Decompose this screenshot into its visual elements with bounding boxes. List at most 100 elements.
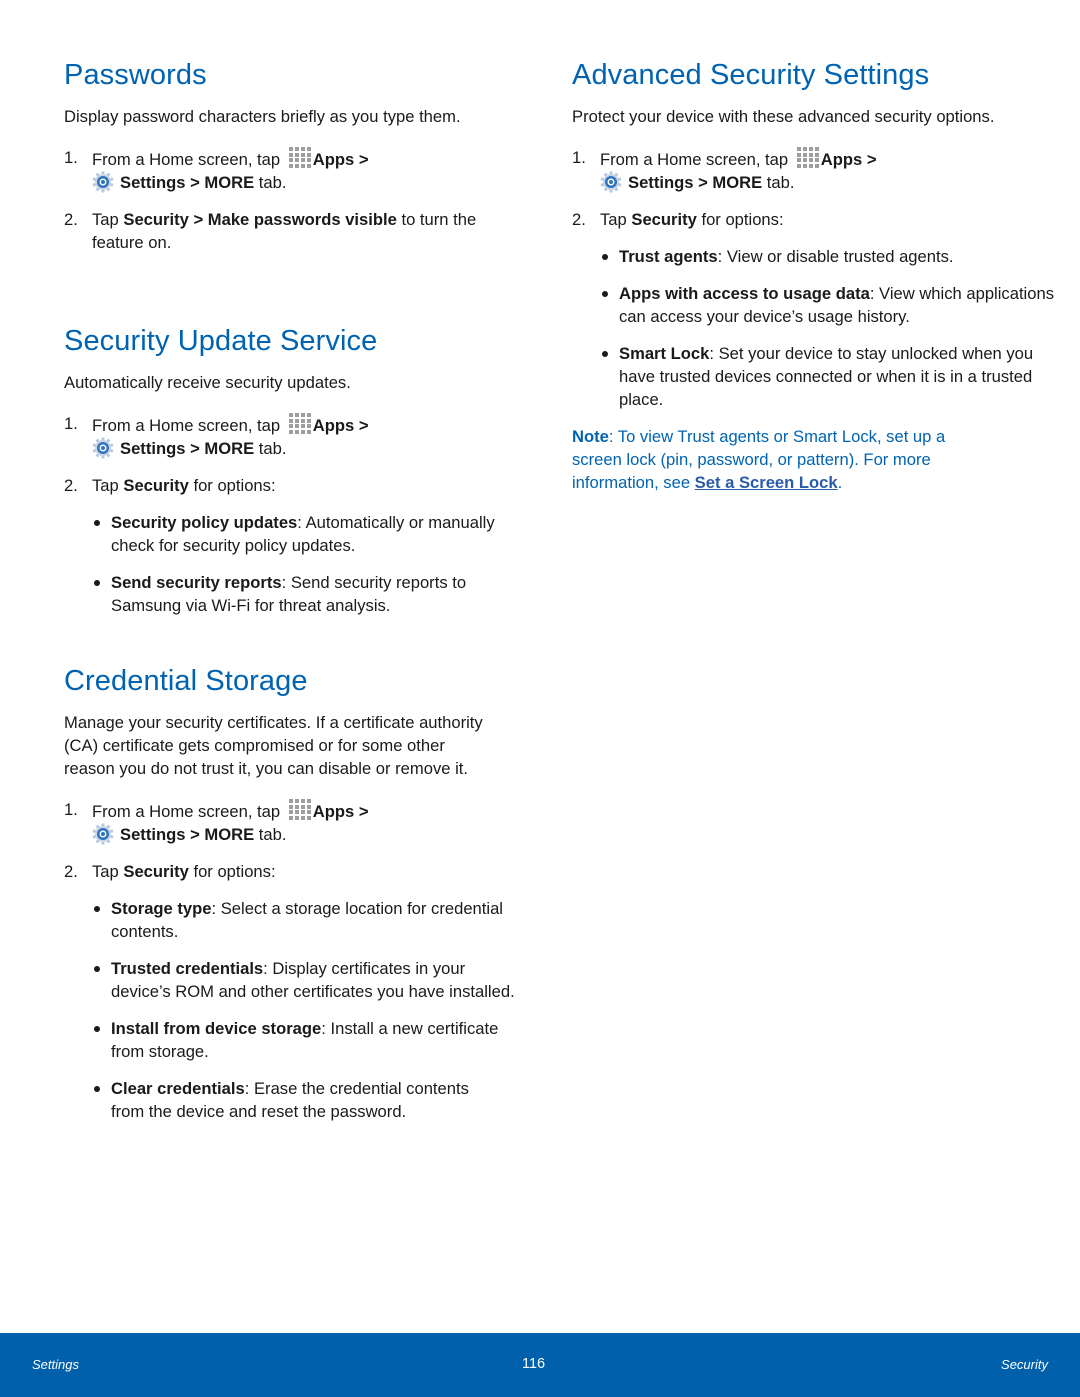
apps-grid-dot (300, 799, 305, 803)
separator: > (354, 150, 369, 169)
section-passwords: Passwords Display password characters br… (64, 58, 514, 254)
option-term: Clear credentials (111, 1079, 245, 1098)
apps-grid-dot (288, 804, 293, 809)
bullet-icon (94, 1086, 100, 1092)
section-title-credential-storage: Credential Storage (64, 665, 308, 697)
step-2: 2. Tap Security for options: (572, 208, 1022, 231)
apps-grid-dot (814, 147, 819, 151)
section-security-update-service: Security Update Service Automatically re… (64, 324, 514, 617)
footer-section: Security (1001, 1357, 1048, 1372)
apps-grid-dot (300, 810, 305, 814)
settings-label: Settings (120, 173, 186, 192)
set-screen-lock-link[interactable]: Set a Screen Lock (695, 473, 838, 492)
bullet-icon (602, 254, 608, 260)
apps-grid-dot (306, 424, 311, 428)
apps-grid-dot (294, 804, 299, 809)
settings-gear-icon (92, 823, 114, 845)
apps-grid-dot (814, 152, 819, 157)
apps-grid-dot (814, 163, 819, 168)
settings-label: Settings (120, 825, 186, 844)
bullet-icon (94, 906, 100, 912)
apps-grid-dot (300, 147, 305, 151)
apps-grid-dot (294, 158, 299, 162)
option-item: Install from device storage: Install a n… (64, 1017, 511, 1063)
apps-grid-dot (808, 152, 813, 157)
apps-grid-dot (288, 799, 293, 803)
separator: > (188, 210, 208, 229)
more-tab-label: MORE (712, 173, 763, 192)
settings-gear-icon (92, 437, 114, 459)
apps-grid-dot (294, 418, 299, 423)
apps-grid-dot (306, 163, 311, 168)
step-1: 1. From a Home screen, tap Apps > Settin… (64, 146, 514, 194)
more-tab-label: MORE (204, 439, 255, 458)
apps-grid-icon (286, 798, 311, 820)
apps-grid-dot (306, 413, 311, 417)
step-number: 1. (64, 148, 78, 167)
step-text: Tap (92, 476, 124, 495)
step-text: tab. (254, 825, 287, 844)
option-term: Apps with access to usage data (619, 284, 870, 303)
step-2: 2. Tap Security > Make passwords visible… (64, 208, 514, 254)
step-2: 2. Tap Security for options: (64, 474, 514, 497)
option-term: Send security reports (111, 573, 282, 592)
apps-label: Apps (312, 802, 355, 821)
page-number: 116 (522, 1356, 546, 1372)
apps-grid-dot (796, 163, 801, 168)
option-item: Security policy updates: Automatically o… (64, 511, 511, 557)
option-term: Smart Lock (619, 344, 710, 363)
step-text: for options: (188, 476, 276, 495)
step-text: tab. (762, 173, 795, 192)
security-label: Security (631, 210, 697, 229)
apps-grid-dot (300, 429, 305, 434)
apps-grid-dot (814, 158, 819, 162)
apps-grid-dot (306, 810, 311, 814)
option-term: Install from device storage (111, 1019, 322, 1038)
apps-grid-dot (300, 815, 305, 820)
separator: > (185, 825, 205, 844)
options-list: Security policy updates: Automatically o… (64, 511, 514, 617)
apps-grid-dot (288, 429, 293, 434)
separator: > (693, 173, 713, 192)
section-advanced-security-settings: Advanced Security Settings Protect your … (572, 58, 1054, 494)
apps-grid-dot (294, 815, 299, 820)
bullet-icon (94, 580, 100, 586)
apps-grid-icon (286, 146, 311, 168)
option-item: Smart Lock: Set your device to stay unlo… (572, 342, 1059, 411)
step-text: From a Home screen, tap (92, 416, 281, 435)
apps-grid-dot (294, 424, 299, 428)
step-text: for options: (696, 210, 784, 229)
apps-grid-dot (288, 810, 293, 814)
apps-label: Apps (820, 150, 863, 169)
apps-grid-dot (306, 418, 311, 423)
apps-grid-dot (802, 147, 807, 151)
apps-grid-dot (796, 147, 801, 151)
apps-grid-dot (306, 152, 311, 157)
options-list: Storage type: Select a storage location … (64, 897, 515, 1123)
more-tab-label: MORE (204, 825, 255, 844)
option-term: Trusted credentials (111, 959, 264, 978)
separator: > (354, 416, 369, 435)
apps-grid-dot (300, 152, 305, 157)
apps-grid-icon (286, 412, 311, 434)
section-intro: Protect your device with these advanced … (572, 107, 995, 126)
step-text: tab. (254, 439, 287, 458)
page-footer: Settings 116 Security (0, 1333, 1080, 1397)
step-number: 2. (64, 476, 78, 495)
step-number: 1. (64, 414, 78, 433)
section-title-security-update: Security Update Service (64, 325, 378, 357)
option-item: Trust agents: View or disable trusted ag… (572, 245, 1059, 268)
more-tab-label: MORE (204, 173, 255, 192)
settings-gear-icon (92, 171, 114, 193)
section-credential-storage: Credential Storage Manage your security … (64, 664, 515, 1123)
apps-grid-dot (294, 810, 299, 814)
apps-grid-dot (796, 158, 801, 162)
apps-grid-dot (306, 147, 311, 151)
apps-grid-dot (300, 804, 305, 809)
apps-grid-icon (794, 146, 819, 168)
option-item: Send security reports: Send security rep… (64, 571, 521, 617)
settings-label: Settings (120, 439, 186, 458)
bullet-icon (94, 1026, 100, 1032)
apps-grid-dot (802, 163, 807, 168)
apps-grid-dot (294, 413, 299, 417)
